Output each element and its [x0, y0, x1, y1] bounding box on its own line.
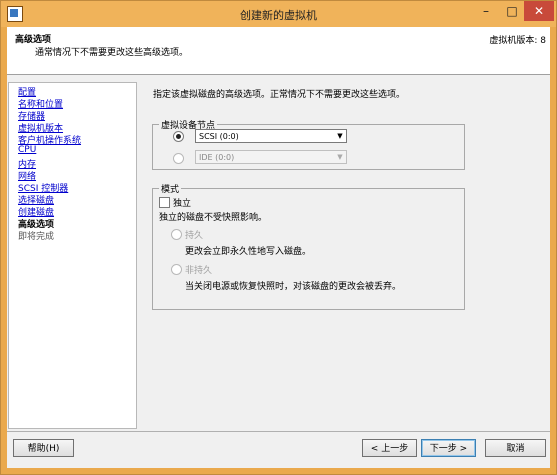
content-description: 指定该虚拟磁盘的高级选项。正常情况下不需要更改这些选项。	[153, 90, 406, 100]
sidebar-item-cpu[interactable]: CPU	[18, 145, 36, 155]
scsi-radio[interactable]	[173, 131, 184, 142]
nonpersistent-radio[interactable]	[171, 264, 182, 275]
wizard-client-area: 高级选项 通常情况下不需要更改这些高级选项。 虚拟机版本: 8 配置 名称和位置…	[7, 27, 550, 468]
wizard-steps-sidebar: 配置 名称和位置 存储器 虚拟机版本 客户机操作系统 CPU 内存 网络 SCS…	[8, 82, 137, 429]
sidebar-item-ready-to-complete: 即将完成	[18, 232, 55, 242]
independent-description: 独立的磁盘不受快照影响。	[159, 213, 268, 223]
chevron-down-icon: ▼	[337, 132, 343, 140]
vm-version-label: 虚拟机版本: 8	[489, 36, 546, 46]
wizard-header: 高级选项 通常情况下不需要更改这些高级选项。 虚拟机版本: 8	[7, 27, 550, 75]
persistent-label: 持久	[185, 231, 204, 241]
nonpersistent-label: 非持久	[185, 266, 213, 276]
ide-node-select[interactable]: IDE (0:0) ▼	[195, 150, 347, 164]
nonpersistent-description: 当关闭电源或恢复快照时，对该磁盘的更改会被丢弃。	[185, 282, 402, 292]
next-button[interactable]: 下一步 >	[421, 439, 476, 457]
title-bar[interactable]: 创建新的虚拟机 – □ ✕	[1, 1, 556, 27]
persistent-radio[interactable]	[171, 229, 182, 240]
back-button[interactable]: < 上一步	[362, 439, 417, 457]
close-button[interactable]: ✕	[524, 1, 554, 21]
minimize-button[interactable]: –	[473, 1, 499, 21]
virtual-device-node-group: 虚拟设备节点 SCSI (0:0) ▼ IDE (0:0) ▼	[152, 118, 465, 170]
independent-checkbox[interactable]	[159, 197, 170, 208]
page-title: 高级选项	[15, 35, 52, 45]
scsi-node-select[interactable]: SCSI (0:0) ▼	[195, 129, 347, 143]
ide-node-value: IDE (0:0)	[199, 153, 235, 162]
mode-group: 模式 独立 独立的磁盘不受快照影响。 持久 更改会立即永久性地写入磁盘。 非持久…	[152, 182, 465, 310]
chevron-down-icon: ▼	[337, 153, 343, 161]
persistent-description: 更改会立即永久性地写入磁盘。	[185, 247, 312, 257]
ide-radio[interactable]	[173, 153, 184, 164]
cancel-button[interactable]: 取消	[485, 439, 546, 457]
mode-label: 模式	[159, 182, 182, 195]
scsi-node-value: SCSI (0:0)	[199, 132, 239, 141]
wizard-window: 创建新的虚拟机 – □ ✕ 高级选项 通常情况下不需要更改这些高级选项。 虚拟机…	[0, 0, 557, 475]
footer-separator	[7, 431, 550, 432]
help-button[interactable]: 帮助(H)	[13, 439, 74, 457]
maximize-button[interactable]: □	[499, 1, 525, 21]
page-subtitle: 通常情况下不需要更改这些高级选项。	[35, 48, 189, 58]
independent-label: 独立	[173, 199, 192, 209]
